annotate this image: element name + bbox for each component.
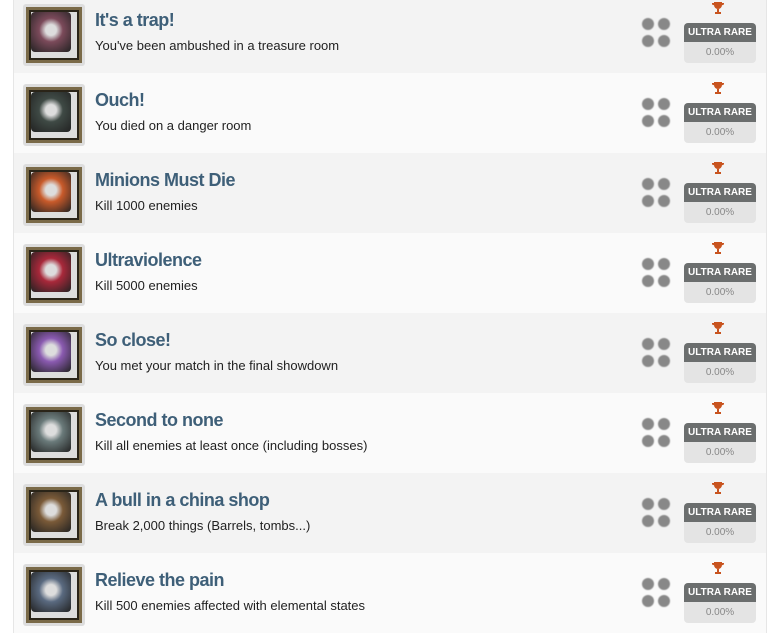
achievement-row[interactable]: Ultraviolence Kill 5000 enemies ULTRA RA… [14, 233, 766, 313]
achievement-row[interactable]: Second to none Kill all enemies at least… [14, 393, 766, 473]
rarity-badge: ULTRA RARE 0.00% [684, 103, 756, 143]
unlock-percent: 0.00% [705, 207, 735, 218]
achievement-row[interactable]: Relieve the pain Kill 500 enemies affect… [14, 553, 766, 633]
trophy-icon [711, 161, 725, 175]
platform-dots-icon [642, 178, 670, 208]
achievement-title: Ultraviolence [95, 250, 202, 270]
rarity-label: ULTRA RARE [684, 103, 756, 122]
achievement-title: So close! [95, 330, 171, 350]
achievement-title: Minions Must Die [95, 170, 236, 190]
rarity-badge: ULTRA RARE 0.00% [684, 423, 756, 463]
rarity-badge: ULTRA RARE 0.00% [684, 263, 756, 303]
trophy-icon [711, 481, 725, 495]
unlock-percent: 0.00% [705, 607, 735, 618]
unlock-percent: 0.00% [705, 527, 735, 538]
trophy-icon [711, 561, 725, 575]
rarity-badge: ULTRA RARE 0.00% [684, 583, 756, 623]
skull-door-icon [23, 84, 85, 146]
rarity-label: ULTRA RARE [684, 183, 756, 202]
demon-face-icon [23, 244, 85, 306]
platform-dots-icon [642, 498, 670, 528]
achievement-row[interactable]: So close! You met your match in the fina… [14, 313, 766, 393]
achievement-title: Second to none [95, 410, 224, 430]
achievement-row[interactable]: Ouch! You died on a danger room ULTRA RA… [14, 73, 766, 153]
platform-dots-icon [642, 338, 670, 368]
achievement-description: Kill 1000 enemies [95, 198, 198, 213]
rarity-badge: ULTRA RARE 0.00% [684, 343, 756, 383]
achievement-art [31, 412, 71, 452]
treasure-chest-icon [23, 4, 85, 66]
rarity-badge: ULTRA RARE 0.00% [684, 183, 756, 223]
skull-icon [23, 404, 85, 466]
trophy-icon [711, 321, 725, 335]
achievement-art [31, 92, 71, 132]
achievement-description: Kill all enemies at least once (includin… [95, 438, 368, 453]
rarity-label: ULTRA RARE [684, 583, 756, 602]
trophy-icon [711, 241, 725, 255]
platform-dots-icon [642, 418, 670, 448]
achievement-title: It's a trap! [95, 10, 175, 30]
mask-icon [23, 324, 85, 386]
rarity-badge: ULTRA RARE 0.00% [684, 23, 756, 63]
achievement-description: Kill 500 enemies affected with elemental… [95, 598, 366, 613]
platform-dots-icon [642, 578, 670, 608]
rarity-badge: ULTRA RARE 0.00% [684, 503, 756, 543]
achievement-description: Break 2,000 things (Barrels, tombs...) [95, 518, 311, 533]
platform-dots-icon [642, 98, 670, 128]
trophy-icon [711, 401, 725, 415]
achievement-description: You met your match in the final showdown [95, 358, 339, 373]
achievement-description: Kill 5000 enemies [95, 278, 198, 293]
rarity-label: ULTRA RARE [684, 263, 756, 282]
achievement-title: Ouch! [95, 90, 145, 110]
achievement-art [31, 252, 71, 292]
unlock-percent: 0.00% [705, 127, 735, 138]
trophy-icon [711, 81, 725, 95]
skeleton-icon [23, 564, 85, 626]
minion-icon [23, 164, 85, 226]
rarity-label: ULTRA RARE [684, 343, 756, 362]
platform-dots-icon [642, 18, 670, 48]
unlock-percent: 0.00% [705, 287, 735, 298]
achievement-description: You've been ambushed in a treasure room [95, 38, 340, 53]
achievement-description: You died on a danger room [95, 118, 252, 133]
achievement-row[interactable]: A bull in a china shop Break 2,000 thing… [14, 473, 766, 553]
achievement-row[interactable]: It's a trap! You've been ambushed in a t… [14, 0, 766, 73]
platform-dots-icon [642, 258, 670, 288]
unlock-percent: 0.00% [705, 47, 735, 58]
achievement-title: Relieve the pain [95, 570, 225, 590]
rarity-label: ULTRA RARE [684, 503, 756, 522]
trophy-icon [711, 1, 725, 15]
achievement-art [31, 172, 71, 212]
unlock-percent: 0.00% [705, 367, 735, 378]
achievement-list: It's a trap! You've been ambushed in a t… [13, 0, 767, 633]
rarity-label: ULTRA RARE [684, 23, 756, 42]
achievement-row[interactable]: Minions Must Die Kill 1000 enemies ULTRA… [14, 153, 766, 233]
achievement-art [31, 332, 71, 372]
achievement-title: A bull in a china shop [95, 490, 270, 510]
achievement-art [31, 12, 71, 52]
unlock-percent: 0.00% [705, 447, 735, 458]
achievement-art [31, 492, 71, 532]
achievement-art [31, 572, 71, 612]
barrel-icon [23, 484, 85, 546]
rarity-label: ULTRA RARE [684, 423, 756, 442]
